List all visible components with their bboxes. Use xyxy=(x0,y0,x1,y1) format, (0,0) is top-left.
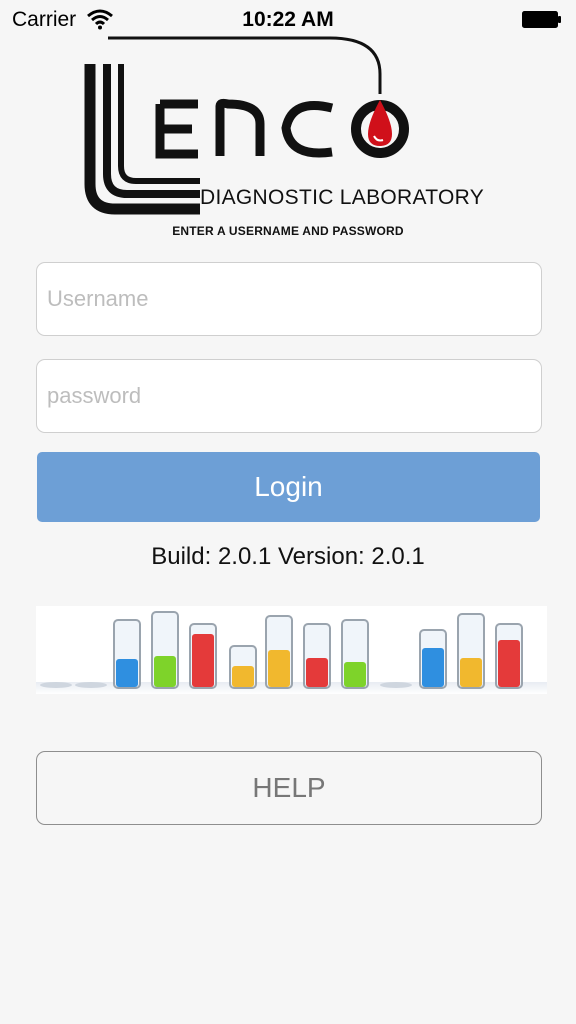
battery-icon xyxy=(522,11,561,28)
test-tubes-graphic xyxy=(36,611,547,694)
login-instructions: ENTER A USERNAME AND PASSWORD xyxy=(172,224,404,238)
status-bar: Carrier 10:22 AM xyxy=(0,0,576,38)
help-button[interactable]: HELP xyxy=(36,751,542,825)
test-tubes-image xyxy=(36,606,547,694)
status-time: 10:22 AM xyxy=(242,8,334,31)
password-input[interactable] xyxy=(36,359,542,433)
login-button[interactable]: Login xyxy=(37,452,540,522)
build-version-label: Build: 2.0.1 Version: 2.0.1 xyxy=(151,543,425,570)
username-input[interactable] xyxy=(36,262,542,336)
logo-tagline: DIAGNOSTIC LABORATORY xyxy=(200,186,485,209)
